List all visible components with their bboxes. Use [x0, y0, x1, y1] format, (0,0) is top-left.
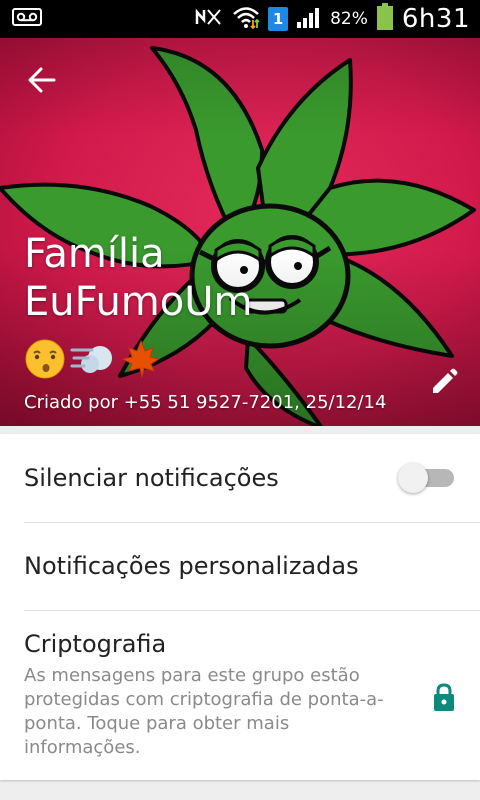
group-name: Família EuFumoUm [24, 231, 253, 325]
sim-slot-badge: 1 [268, 7, 289, 31]
voicemail-icon [12, 8, 42, 30]
wifi-icon [232, 5, 260, 33]
lock-icon [434, 683, 454, 711]
battery-icon [376, 3, 394, 35]
encryption-description: As mensagens para este grupo estão prote… [24, 665, 384, 758]
kissing-face-emoji [25, 339, 65, 379]
mute-notifications-row[interactable]: Silenciar notificações [0, 434, 480, 522]
group-header: Família EuFumoUm Criado por +55 51 9527-… [0, 38, 480, 426]
back-arrow-icon [28, 67, 56, 93]
custom-notifications-row[interactable]: Notificações personalizadas [0, 522, 480, 610]
battery-percent: 82% [330, 9, 368, 29]
dash-emoji [70, 346, 112, 373]
signal-icon [296, 6, 322, 32]
status-bar: 1 82% 6h31 [0, 0, 480, 38]
edit-group-button[interactable] [424, 362, 464, 402]
clock: 6h31 [401, 4, 470, 34]
pencil-icon [433, 368, 458, 393]
created-by-text: Criado por +55 51 9527-7201, 25/12/14 [24, 392, 387, 413]
mute-notifications-toggle[interactable] [398, 463, 456, 493]
mute-notifications-label: Silenciar notificações [24, 464, 279, 492]
back-button[interactable] [22, 60, 62, 100]
maple-leaf-emoji [121, 339, 161, 378]
toggle-thumb [398, 463, 428, 493]
nfc-muted-icon [194, 6, 224, 32]
custom-notifications-label: Notificações personalizadas [24, 552, 359, 580]
group-name-emojis [24, 338, 162, 380]
encryption-title: Criptografia [24, 630, 167, 658]
encryption-row[interactable]: Criptografia As mensagens para este grup… [0, 610, 480, 780]
group-settings-card: Silenciar notificações Notificações pers… [0, 434, 480, 780]
